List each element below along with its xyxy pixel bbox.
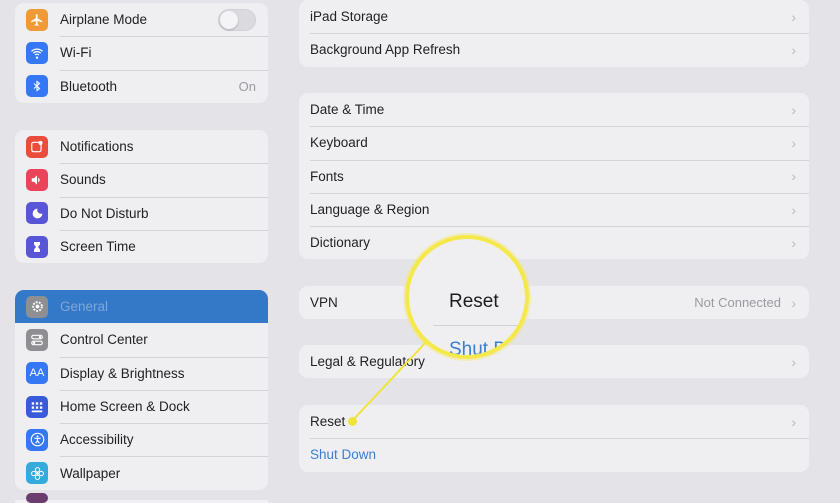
chevron-right-icon: › bbox=[791, 234, 796, 251]
row-label: VPN bbox=[310, 295, 338, 311]
sidebar-item-sounds[interactable]: Sounds bbox=[15, 163, 268, 196]
sidebar-item-label: Airplane Mode bbox=[60, 12, 148, 28]
row-label: Background App Refresh bbox=[310, 42, 461, 58]
sidebar-item-label: Bluetooth bbox=[60, 78, 118, 94]
chevron-right-icon: › bbox=[791, 353, 796, 370]
sidebar-item-label: Home Screen & Dock bbox=[60, 399, 190, 415]
row-language-region[interactable]: Language & Region › bbox=[299, 192, 809, 226]
sidebar-item-label: General bbox=[60, 299, 109, 315]
sidebar-item-control-center[interactable]: Control Center bbox=[15, 323, 268, 356]
sidebar-item-accessibility[interactable]: Accessibility bbox=[15, 423, 268, 456]
hourglass-icon bbox=[26, 235, 48, 258]
row-label: Fonts bbox=[310, 168, 344, 184]
vpn-status: Not Connected bbox=[694, 295, 781, 311]
sidebar-item-general[interactable]: General bbox=[15, 290, 268, 324]
grid-icon bbox=[26, 395, 48, 418]
row-label: Dictionary bbox=[310, 235, 371, 251]
chevron-right-icon: › bbox=[791, 168, 796, 185]
sidebar-item-wifi[interactable]: Wi-Fi bbox=[15, 36, 268, 69]
callout-reset-label: Reset bbox=[449, 291, 499, 312]
chevron-right-icon: › bbox=[791, 8, 796, 25]
sidebar-next-row-partial bbox=[15, 489, 268, 503]
notifications-icon bbox=[26, 135, 48, 158]
accessibility-icon bbox=[26, 428, 48, 451]
wifi-icon bbox=[26, 41, 48, 64]
sidebar-next-item-partial bbox=[26, 493, 48, 503]
gear-icon bbox=[26, 295, 48, 318]
sidebar-item-label: Sounds bbox=[60, 172, 106, 188]
sidebar-item-label: Screen Time bbox=[60, 239, 136, 255]
sidebar-item-label: Wallpaper bbox=[60, 465, 121, 481]
sidebar-item-label: Control Center bbox=[60, 332, 148, 348]
callout-anchor-dot bbox=[348, 417, 357, 426]
row-label: Legal & Regulatory bbox=[310, 354, 425, 370]
flower-icon bbox=[26, 462, 48, 485]
row-label: iPad Storage bbox=[310, 9, 389, 25]
airplane-mode-toggle[interactable] bbox=[218, 8, 256, 31]
chevron-right-icon: › bbox=[791, 413, 796, 430]
general-settings-pane: iPad Storage › Background App Refresh › … bbox=[284, 0, 840, 500]
sidebar-item-airplane-mode[interactable]: Airplane Mode bbox=[15, 3, 268, 36]
row-background-app-refresh[interactable]: Background App Refresh › bbox=[299, 33, 809, 66]
sidebar-group-notifications: Notifications Sounds Do Not Disturb Scre… bbox=[15, 130, 268, 264]
row-date-time[interactable]: Date & Time › bbox=[299, 93, 809, 126]
row-fonts[interactable]: Fonts › bbox=[299, 159, 809, 193]
row-label: Keyboard bbox=[310, 135, 368, 151]
zoom-callout: Reset Shut D bbox=[405, 235, 529, 359]
reset-group: Reset › Shut Down bbox=[299, 405, 809, 472]
row-keyboard[interactable]: Keyboard › bbox=[299, 126, 809, 159]
sidebar-item-display-brightness[interactable]: AA Display & Brightness bbox=[15, 356, 268, 390]
chevron-right-icon: › bbox=[791, 134, 796, 151]
locale-group: Date & Time › Keyboard › Fonts › Languag… bbox=[299, 93, 809, 260]
row-vpn[interactable]: VPN Not Connected › bbox=[299, 286, 809, 319]
legal-group: Legal & Regulatory › bbox=[299, 345, 809, 379]
storage-group: iPad Storage › Background App Refresh › bbox=[299, 0, 809, 67]
bluetooth-status: On bbox=[238, 78, 256, 94]
bluetooth-icon bbox=[26, 75, 48, 98]
toggle-knob bbox=[220, 10, 238, 29]
sidebar-item-wallpaper[interactable]: Wallpaper bbox=[15, 456, 268, 489]
sidebar-item-label: Do Not Disturb bbox=[60, 205, 149, 221]
sidebar-item-label: Notifications bbox=[60, 139, 134, 155]
sidebar-item-home-screen-dock[interactable]: Home Screen & Dock bbox=[15, 389, 268, 423]
row-ipad-storage[interactable]: iPad Storage › bbox=[299, 0, 809, 33]
callout-divider bbox=[433, 325, 525, 326]
sidebar-item-label: Accessibility bbox=[60, 432, 134, 448]
sidebar-item-label: Display & Brightness bbox=[60, 365, 185, 381]
sounds-icon bbox=[26, 168, 48, 191]
chevron-right-icon: › bbox=[791, 101, 796, 118]
sidebar-item-label: Wi-Fi bbox=[60, 45, 92, 61]
chevron-right-icon: › bbox=[791, 201, 796, 218]
sidebar-group-general: General Control Center AA Display & Brig… bbox=[15, 290, 268, 490]
sidebar-item-notifications[interactable]: Notifications bbox=[15, 130, 268, 163]
sidebar-group-connectivity: Airplane Mode Wi-Fi Bluetooth On bbox=[15, 3, 268, 103]
settings-sidebar: Airplane Mode Wi-Fi Bluetooth On Notific… bbox=[0, 0, 284, 503]
shut-down-link: Shut Down bbox=[310, 447, 377, 463]
row-label: Date & Time bbox=[310, 102, 385, 118]
row-dictionary[interactable]: Dictionary › bbox=[299, 226, 809, 259]
row-reset[interactable]: Reset › bbox=[299, 405, 809, 438]
row-legal-regulatory[interactable]: Legal & Regulatory › bbox=[299, 345, 809, 378]
row-shut-down[interactable]: Shut Down bbox=[299, 438, 809, 471]
sidebar-item-screen-time[interactable]: Screen Time bbox=[15, 229, 268, 263]
toggles-icon bbox=[26, 328, 48, 351]
chevron-right-icon: › bbox=[791, 294, 796, 311]
vpn-group: VPN Not Connected › bbox=[299, 286, 809, 320]
chevron-right-icon: › bbox=[791, 41, 796, 58]
display-icon: AA bbox=[26, 362, 48, 385]
sidebar-item-bluetooth[interactable]: Bluetooth On bbox=[15, 69, 268, 103]
row-label: Reset bbox=[310, 414, 346, 430]
moon-icon bbox=[26, 202, 48, 225]
airplane-icon bbox=[26, 8, 48, 31]
row-label: Language & Region bbox=[310, 202, 430, 218]
sidebar-item-do-not-disturb[interactable]: Do Not Disturb bbox=[15, 196, 268, 230]
